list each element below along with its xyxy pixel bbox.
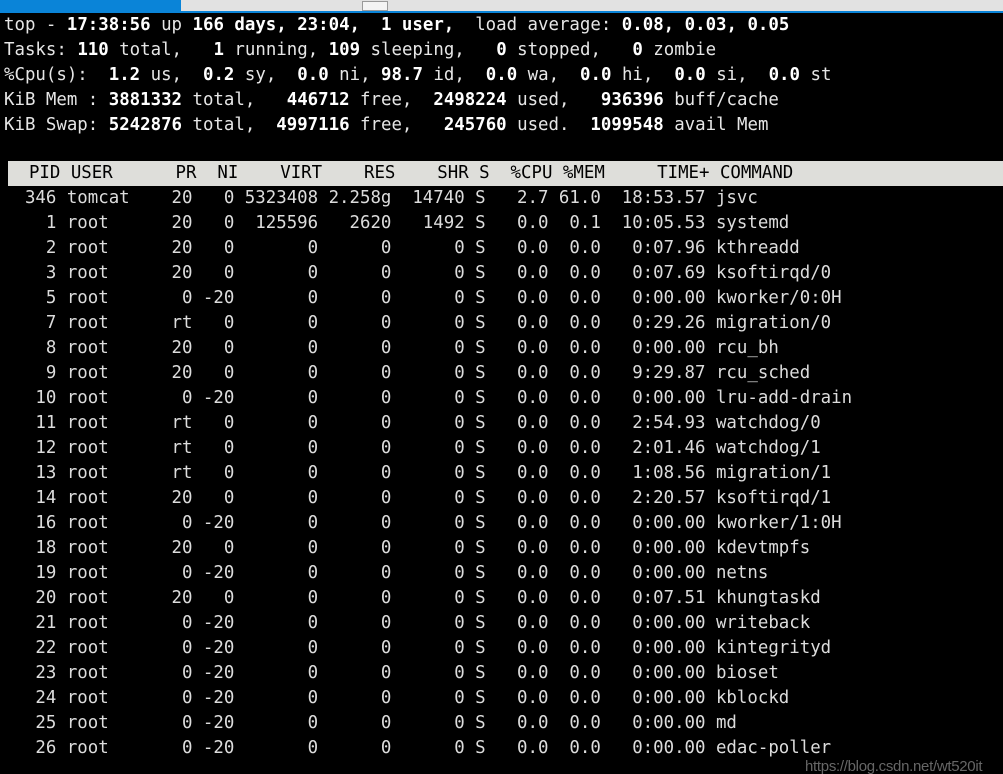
tasks-running-label: running,	[223, 40, 319, 60]
tasks-sleeping-label: sleeping,	[360, 40, 465, 60]
cpu-st-label: st	[800, 65, 832, 85]
top-current-time: 17:38:56	[66, 15, 151, 35]
tasks-stopped-label: stopped,	[506, 40, 601, 60]
cpu-sy-label: sy,	[234, 65, 277, 85]
cpu-hi-label: hi,	[611, 65, 654, 85]
top-program-label: top	[4, 15, 36, 35]
process-row[interactable]: 7 root rt 0 0 0 0 S 0.0 0.0 0:29.26 migr…	[0, 311, 1003, 336]
cpu-us-label: us,	[140, 65, 183, 85]
top-loadavg-label: load average:	[454, 15, 622, 35]
process-row[interactable]: 2 root 20 0 0 0 0 S 0.0 0.0 0:07.96 kthr…	[0, 236, 1003, 261]
top-uptime-label: up	[150, 15, 193, 35]
swap-free-value: 4997116	[276, 115, 350, 135]
cpu-wa-label: wa,	[517, 65, 560, 85]
tasks-running-value: 1	[213, 40, 224, 60]
process-row[interactable]: 14 root 20 0 0 0 0 S 0.0 0.0 2:20.57 kso…	[0, 486, 1003, 511]
tasks-label: Tasks:	[4, 40, 67, 60]
tasks-stopped-value: 0	[496, 40, 507, 60]
tasks-total-value: 110	[77, 40, 109, 60]
mem-total-value: 3881332	[108, 90, 183, 110]
swap-avail-label: avail Mem	[663, 115, 769, 135]
mem-used-value: 2498224	[433, 90, 507, 110]
swap-summary-line: KiB Swap: 5242876 total, 4997116 free, 2…	[0, 113, 1003, 138]
process-row[interactable]: 25 root 0 -20 0 0 0 S 0.0 0.0 0:00.00 md	[0, 711, 1003, 736]
horizontal-scrollbar-thumb[interactable]	[362, 1, 388, 11]
cpu-ni-label: ni,	[328, 65, 371, 85]
cpu-st-value: 0.0	[768, 65, 800, 85]
cpu-wa-value: 0.0	[485, 65, 518, 85]
memory-summary-line: KiB Mem : 3881332 total, 446712 free, 24…	[0, 88, 1003, 113]
tasks-zombie-value: 0	[632, 40, 643, 60]
top-summary-line-uptime: top - 17:38:56 up 166 days, 23:04, 1 use…	[0, 13, 1003, 38]
top-loadavg-15min: 0.05	[736, 15, 790, 35]
process-row[interactable]: 1 root 20 0 125596 2620 1492 S 0.0 0.1 1…	[0, 211, 1003, 236]
process-row[interactable]: 8 root 20 0 0 0 0 S 0.0 0.0 0:00.00 rcu_…	[0, 336, 1003, 361]
process-row[interactable]: 16 root 0 -20 0 0 0 S 0.0 0.0 0:00.00 kw…	[0, 511, 1003, 536]
cpu-id-label: id,	[422, 65, 465, 85]
swap-label: KiB Swap:	[4, 115, 99, 135]
cpu-us-value: 1.2	[108, 65, 141, 85]
swap-avail-value: 1099548	[590, 115, 664, 135]
swap-used-label: used.	[506, 115, 570, 135]
horizontal-scrollbar-track[interactable]	[181, 0, 1003, 11]
top-users-value: 1 user,	[360, 15, 455, 35]
tasks-total-label: total,	[108, 40, 183, 60]
top-uptime-value: 166 days, 23:04,	[192, 15, 361, 35]
swap-free-label: free,	[349, 115, 413, 135]
process-row[interactable]: 20 root 20 0 0 0 0 S 0.0 0.0 0:07.51 khu…	[0, 586, 1003, 611]
process-row[interactable]: 19 root 0 -20 0 0 0 S 0.0 0.0 0:00.00 ne…	[0, 561, 1003, 586]
process-table-header[interactable]: PID USER PR NI VIRT RES SHR S %CPU %MEM …	[8, 161, 1003, 186]
cpu-id-value: 98.7	[381, 65, 423, 85]
tasks-sleeping-value: 109	[328, 40, 361, 60]
process-row[interactable]: 24 root 0 -20 0 0 0 S 0.0 0.0 0:00.00 kb…	[0, 686, 1003, 711]
cpu-hi-value: 0.0	[580, 65, 612, 85]
process-row[interactable]: 9 root 20 0 0 0 0 S 0.0 0.0 9:29.87 rcu_…	[0, 361, 1003, 386]
watermark-text: https://blog.csdn.net/wt520it	[805, 758, 983, 774]
process-row[interactable]: 346 tomcat 20 0 5323408 2.258g 14740 S 2…	[0, 186, 1003, 211]
cpu-label: %Cpu(s):	[4, 65, 88, 85]
process-row[interactable]: 13 root rt 0 0 0 0 S 0.0 0.0 1:08.56 mig…	[0, 461, 1003, 486]
mem-buffcache-label: buff/cache	[663, 90, 779, 110]
mem-used-label: used,	[506, 90, 570, 110]
process-row[interactable]: 18 root 20 0 0 0 0 S 0.0 0.0 0:00.00 kde…	[0, 536, 1003, 561]
process-row[interactable]: 10 root 0 -20 0 0 0 S 0.0 0.0 0:00.00 lr…	[0, 386, 1003, 411]
tasks-summary-line: Tasks: 110 total, 1 running, 109 sleepin…	[0, 38, 1003, 63]
mem-label: KiB Mem :	[4, 90, 99, 110]
process-row[interactable]: 5 root 0 -20 0 0 0 S 0.0 0.0 0:00.00 kwo…	[0, 286, 1003, 311]
process-row[interactable]: 3 root 20 0 0 0 0 S 0.0 0.0 0:07.69 ksof…	[0, 261, 1003, 286]
cpu-summary-line: %Cpu(s): 1.2 us, 0.2 sy, 0.0 ni, 98.7 id…	[0, 63, 1003, 88]
swap-total-label: total,	[182, 115, 256, 135]
process-row[interactable]: 23 root 0 -20 0 0 0 S 0.0 0.0 0:00.00 bi…	[0, 661, 1003, 686]
cpu-ni-value: 0.0	[297, 65, 329, 85]
top-loadavg-1min: 0.08,	[621, 15, 675, 35]
tasks-zombie-label: zombie	[642, 40, 717, 60]
swap-total-value: 5242876	[108, 115, 183, 135]
window-top-bar	[0, 0, 1003, 13]
cpu-si-label: si,	[705, 65, 748, 85]
mem-total-label: total,	[182, 90, 256, 110]
top-dash: -	[35, 15, 67, 35]
cpu-sy-value: 0.2	[202, 65, 235, 85]
process-row[interactable]: 22 root 0 -20 0 0 0 S 0.0 0.0 0:00.00 ki…	[0, 636, 1003, 661]
mem-free-value: 446712	[286, 90, 350, 110]
mem-free-label: free,	[349, 90, 413, 110]
process-row[interactable]: 12 root rt 0 0 0 0 S 0.0 0.0 2:01.46 wat…	[0, 436, 1003, 461]
terminal-window[interactable]: top - 17:38:56 up 166 days, 23:04, 1 use…	[0, 13, 1003, 774]
swap-used-value: 245760	[443, 115, 507, 135]
mem-buffcache-value: 936396	[600, 90, 664, 110]
top-loadavg-5min: 0.03,	[674, 15, 737, 35]
process-row[interactable]: 11 root rt 0 0 0 0 S 0.0 0.0 2:54.93 wat…	[0, 411, 1003, 436]
process-row[interactable]: 21 root 0 -20 0 0 0 S 0.0 0.0 0:00.00 wr…	[0, 611, 1003, 636]
cpu-si-value: 0.0	[674, 65, 706, 85]
